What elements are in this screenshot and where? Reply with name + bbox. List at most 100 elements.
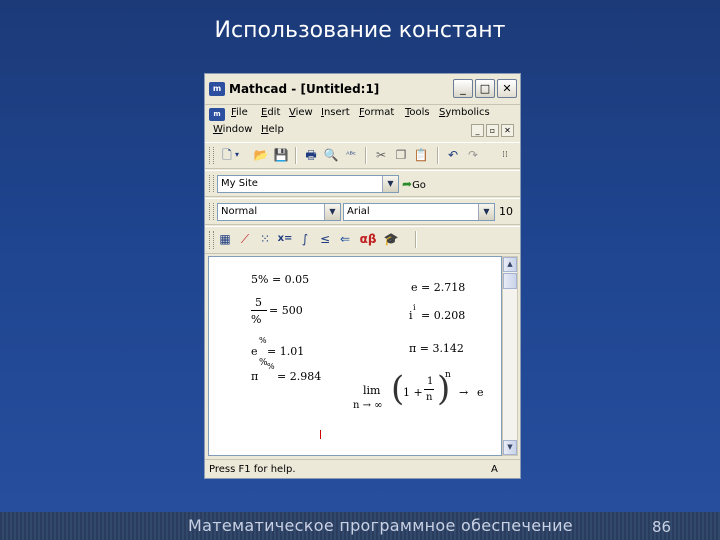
pi-constant: π = 3.142	[409, 342, 464, 355]
toolbar-separator	[365, 147, 367, 164]
scroll-up-icon[interactable]: ▲	[503, 257, 517, 272]
spellcheck-icon[interactable]: ᴬᴮᶜ	[343, 147, 359, 163]
chevron-down-icon[interactable]: ▼	[478, 204, 494, 220]
cut-icon[interactable]: ✂	[373, 147, 389, 163]
doc-minimize-button[interactable]: _	[471, 124, 484, 137]
toolbar-separator	[295, 147, 297, 164]
go-button[interactable]: ➦Go	[402, 175, 426, 195]
slide-title: Использование констант	[214, 18, 506, 43]
limit-operator: lim	[363, 384, 381, 397]
new-dropdown-icon[interactable]: ▾	[233, 147, 241, 163]
paste-icon[interactable]: 📋	[413, 147, 429, 163]
menu-format[interactable]: Format	[359, 107, 394, 118]
toolbar-grip[interactable]	[209, 203, 214, 220]
i-superscript: i	[413, 303, 416, 312]
document-icon[interactable]: m	[209, 108, 225, 121]
fraction-bar	[251, 310, 267, 311]
evaluation-icon[interactable]: x=	[277, 231, 293, 247]
standard-toolbar: 🗋 ▾ 📂 💾 🖶 🔍 ᴬᴮᶜ ✂ ❐ 📋 ↶ ↷ ⁞⁞	[205, 142, 520, 169]
frac-numerator: 5	[255, 296, 262, 309]
scroll-down-icon[interactable]: ▼	[503, 440, 517, 455]
insertion-cursor	[320, 430, 321, 439]
style-select-value: Normal	[221, 206, 258, 217]
save-icon[interactable]: 💾	[273, 147, 289, 163]
menu-insert[interactable]: Insert	[321, 107, 350, 118]
doc-close-button[interactable]: ✕	[501, 124, 514, 137]
exp-base: e	[251, 345, 258, 358]
limit-denominator: n	[426, 392, 433, 403]
menu-tools[interactable]: Tools	[405, 107, 430, 118]
menu-window[interactable]: Window	[213, 124, 252, 135]
go-arrow-icon: ➦	[402, 177, 413, 191]
print-preview-icon[interactable]: 🔍	[323, 147, 339, 163]
formatting-toolbar: Normal ▼ Arial ▼ 10	[205, 198, 520, 225]
minimize-button[interactable]: _	[453, 79, 473, 98]
scroll-thumb[interactable]	[503, 273, 517, 289]
font-select[interactable]: Arial ▼	[343, 203, 495, 221]
toolbar-grip[interactable]	[209, 231, 214, 249]
go-label: Go	[412, 180, 426, 191]
eq-percent: 5% = 0.05	[251, 273, 310, 286]
programming-icon[interactable]: ⇐	[337, 231, 353, 247]
worksheet[interactable]: 5% = 0.05 5 % = 500 % e = 1.01 % % π = 2…	[208, 256, 502, 456]
pi-result: = 2.984	[277, 370, 322, 383]
close-button[interactable]: ✕	[497, 79, 517, 98]
limit-subscript: n → ∞	[353, 400, 383, 411]
vertical-scrollbar[interactable]: ▲ ▼	[502, 256, 518, 456]
mathcad-app-icon: m	[209, 82, 225, 96]
limit-power: n	[445, 370, 451, 380]
graph-icon[interactable]: ⟋	[237, 231, 253, 247]
limit-fraction-bar	[424, 389, 434, 390]
copy-icon[interactable]: ❐	[393, 147, 409, 163]
menu-help[interactable]: Help	[261, 124, 284, 135]
mathcad-window: m Mathcad - [Untitled:1] _ □ ✕ m File Ed…	[204, 73, 521, 479]
print-icon[interactable]: 🖶	[303, 147, 319, 163]
toolbar-separator	[437, 147, 439, 164]
toolbar-separator	[415, 231, 417, 248]
menu-bar-row2: Window Help _ ▫ ✕	[205, 122, 520, 140]
menu-bar: m File Edit View Insert Format Tools Sym…	[205, 105, 520, 123]
chevron-down-icon[interactable]: ▼	[324, 204, 340, 220]
menu-view[interactable]: View	[289, 107, 313, 118]
resource-select[interactable]: My Site ▼	[217, 175, 399, 193]
e-constant: e = 2.718	[411, 281, 466, 294]
undo-icon[interactable]: ↶	[445, 147, 461, 163]
style-select[interactable]: Normal ▼	[217, 203, 341, 221]
boolean-icon[interactable]: ≤	[317, 231, 333, 247]
menu-symbolics[interactable]: Symbolics	[439, 107, 490, 118]
limit-numerator: 1	[427, 376, 434, 387]
math-toolbar: ▦ ⟋ ⁙ x= ∫ ≤ ⇐ αβ 🎓	[205, 226, 520, 254]
toolbar-grip[interactable]	[209, 147, 214, 164]
calculus-icon[interactable]: ∫	[297, 231, 313, 247]
redo-icon[interactable]: ↷	[465, 147, 481, 163]
font-size-select[interactable]: 10	[499, 205, 513, 218]
exp-superscript: %	[259, 336, 267, 345]
i-result: = 0.208	[421, 309, 466, 322]
footer-bar: Математическое программное обеспечение 8…	[0, 512, 720, 540]
chevron-down-icon[interactable]: ▼	[382, 176, 398, 192]
symbolic-icon[interactable]: 🎓	[383, 231, 399, 247]
status-bar: Press F1 for help. A	[205, 459, 520, 479]
greek-icon[interactable]: αβ	[357, 231, 379, 247]
matrix-icon[interactable]: ⁙	[257, 231, 273, 247]
resources-toolbar: My Site ▼ ➦Go	[205, 170, 520, 197]
status-mode: A	[491, 464, 498, 475]
page-number: 86	[652, 518, 672, 536]
limit-arrow: →	[459, 386, 469, 399]
resource-select-value: My Site	[221, 178, 258, 189]
status-message: Press F1 for help.	[209, 464, 296, 475]
doc-restore-button[interactable]: ▫	[486, 124, 499, 137]
menu-file[interactable]: File	[231, 107, 248, 118]
toolbar-overflow-icon[interactable]: ⁞⁞	[497, 147, 513, 163]
open-folder-icon[interactable]: 📂	[253, 147, 269, 163]
menu-edit[interactable]: Edit	[261, 107, 280, 118]
font-select-value: Arial	[347, 206, 370, 217]
title-bar[interactable]: m Mathcad - [Untitled:1] _ □ ✕	[205, 74, 520, 105]
pi-base: π	[251, 370, 259, 383]
i-base: i	[409, 309, 413, 322]
toolbar-grip[interactable]	[209, 175, 214, 192]
frac-denominator: %	[251, 313, 262, 326]
maximize-button[interactable]: □	[475, 79, 495, 98]
calculator-icon[interactable]: ▦	[217, 231, 233, 247]
window-title: Mathcad - [Untitled:1]	[229, 82, 380, 96]
